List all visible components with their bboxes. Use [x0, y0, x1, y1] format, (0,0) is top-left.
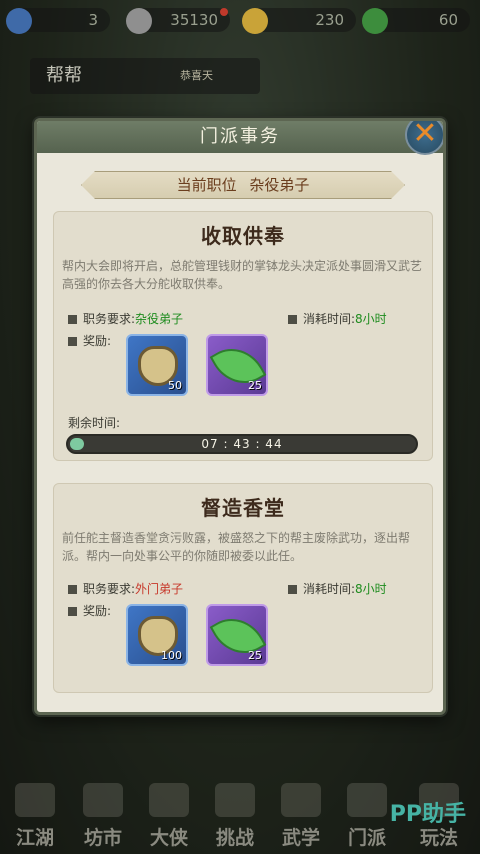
- coin-value: 35130: [170, 11, 218, 29]
- task-card[interactable]: 收取供奉 帮内大会即将开启，总舵管理钱财的掌钵龙头决定派处事圆滑又武艺高强的你去…: [53, 211, 433, 461]
- sect-affairs-dialog: 门派事务 ✕ 当前职位 杂役弟子 收取供奉 帮内大会即将开启，总舵管理钱财的掌钵…: [34, 118, 446, 715]
- ingot-display[interactable]: 230: [242, 8, 356, 34]
- reward-item[interactable]: 25: [206, 604, 268, 666]
- nav-fangshi[interactable]: 坊市: [74, 783, 132, 850]
- requirement-value: 杂役弟子: [135, 312, 184, 326]
- jade-value: 60: [438, 11, 458, 29]
- ingot-value: 230: [315, 11, 344, 29]
- gang-banner: 帮帮 恭喜天: [30, 58, 260, 94]
- requirement-value: 外门弟子: [135, 582, 184, 596]
- bottom-nav: 江湖 坊市 大侠 挑战 武学 门派 玩法 PP助手: [0, 774, 480, 854]
- gang-title: 帮帮: [46, 65, 82, 86]
- current-rank-bar: 当前职位 杂役弟子: [81, 171, 405, 199]
- coin-icon: [126, 8, 152, 34]
- pp-watermark: PP助手: [389, 802, 466, 827]
- item-count: 50: [168, 379, 182, 392]
- close-icon: ✕: [412, 118, 438, 151]
- coin-display[interactable]: 35130: [126, 8, 230, 34]
- remaining-time-label: 剩余时间:: [68, 416, 121, 430]
- nav-menpai[interactable]: 门派: [338, 783, 396, 850]
- task-description: 帮内大会即将开启，总舵管理钱财的掌钵龙头决定派处事圆滑又武艺高强的你去各大分舵收…: [62, 259, 423, 291]
- item-count: 100: [161, 649, 182, 662]
- level-display: 3: [6, 8, 110, 34]
- time-cost-value: 8小时: [355, 312, 387, 326]
- time-cost-row: 消耗时间:8小时: [288, 580, 387, 597]
- sect-icon: [347, 783, 387, 817]
- remaining-time: 07 : 43 : 44: [201, 437, 283, 451]
- reward-item[interactable]: 50: [126, 334, 188, 396]
- item-count: 25: [248, 649, 262, 662]
- jade-icon: [362, 8, 388, 34]
- time-cost-row: 消耗时间:8小时: [288, 310, 387, 327]
- task-description: 前任舵主督造香堂贪污败露，被盛怒之下的帮主废除武功，逐出帮派。帮内一向处事公平的…: [62, 531, 411, 563]
- jade-display[interactable]: 60: [362, 8, 470, 34]
- reward-item[interactable]: 100: [126, 604, 188, 666]
- reward-item[interactable]: 25: [206, 334, 268, 396]
- item-count: 25: [248, 379, 262, 392]
- dialog-title: 门派事务: [37, 121, 443, 153]
- challenge-icon: [215, 783, 255, 817]
- jianghu-icon: [15, 783, 55, 817]
- hero-icon: [149, 783, 189, 817]
- rank-label: 当前职位: [176, 176, 237, 194]
- nav-daxia[interactable]: 大侠: [140, 783, 198, 850]
- level-value: 3: [88, 11, 98, 29]
- bullet-icon: [288, 585, 297, 594]
- task-title: 督造香堂: [201, 496, 285, 520]
- time-cost-value: 8小时: [355, 582, 387, 596]
- nav-tiaozhan[interactable]: 挑战: [206, 783, 264, 850]
- level-icon: [6, 8, 32, 34]
- task-title: 收取供奉: [201, 224, 285, 248]
- nav-wuxue[interactable]: 武学: [272, 783, 330, 850]
- rank-value: 杂役弟子: [249, 176, 310, 194]
- bullet-icon: [288, 315, 297, 324]
- nav-jianghu[interactable]: 江湖: [6, 783, 64, 850]
- bullet-icon: [68, 585, 77, 594]
- requirement-row: 职务要求:外门弟子: [68, 580, 183, 597]
- ingot-icon: [242, 8, 268, 34]
- bullet-icon: [68, 315, 77, 324]
- bullet-icon: [68, 607, 77, 616]
- martial-icon: [281, 783, 321, 817]
- task-card[interactable]: 督造香堂 前任舵主督造香堂贪污败露，被盛怒之下的帮主废除武功，逐出帮派。帮内一向…: [53, 483, 433, 693]
- bullet-icon: [68, 337, 77, 346]
- market-icon: [83, 783, 123, 817]
- requirement-row: 职务要求:杂役弟子: [68, 310, 183, 327]
- task-progress-bar: 07 : 43 : 44: [66, 434, 418, 454]
- notification-dot: [220, 8, 228, 16]
- reward-label: 奖励:: [68, 602, 111, 619]
- reward-label: 奖励:: [68, 332, 111, 349]
- gang-name: 恭喜天: [180, 69, 213, 82]
- resource-bar: 3 35130 230 60: [0, 6, 480, 34]
